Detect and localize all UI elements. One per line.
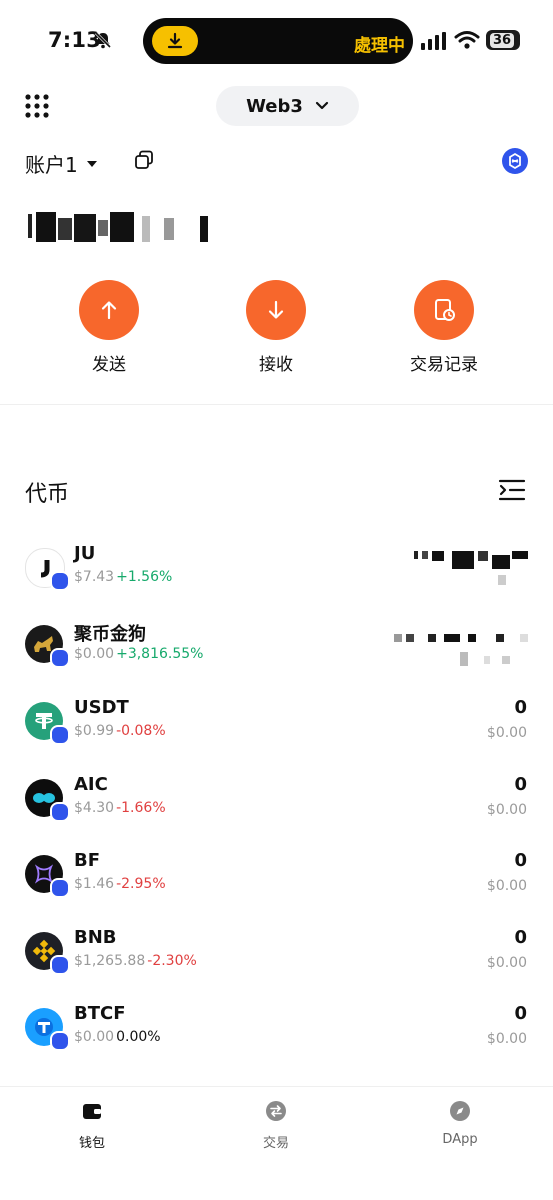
chain-logo-icon[interactable] [502, 148, 528, 174]
token-price-line: $0.00 0.00% [74, 1029, 161, 1045]
token-row[interactable]: AIC $4.30 -1.66% 0 $0.00 [0, 768, 553, 838]
token-row[interactable]: USDT $0.99 -0.08% 0 $0.00 [0, 691, 553, 761]
arrow-down-icon [268, 300, 284, 319]
token-row[interactable]: BNB $1,265.88 -2.30% 0 $0.00 [0, 921, 553, 991]
token-value: $0.00 [486, 802, 527, 818]
token-row[interactable]: BF $1.46 -2.95% 0 $0.00 [0, 844, 553, 914]
account-selector[interactable]: 账户1 [25, 149, 98, 178]
token-price: $7.43 [74, 569, 115, 585]
receive-button[interactable] [246, 280, 306, 340]
token-value: $0.00 [486, 878, 527, 894]
token-amount: 0 [514, 697, 527, 718]
chain-badge-icon [50, 648, 70, 668]
nav-dapp[interactable]: DApp [400, 1100, 520, 1147]
token-price-line: $1.46 -2.95% [74, 876, 166, 892]
nav-dapp-label: DApp [442, 1132, 478, 1147]
token-value: $0.00 [486, 725, 527, 741]
token-amount: 0 [514, 1003, 527, 1024]
history-label: 交易记录 [410, 355, 478, 375]
arrow-up-icon [101, 301, 117, 320]
token-name: AIC [74, 774, 108, 795]
chain-badge-icon [50, 955, 70, 975]
send-action[interactable]: 发送 [49, 280, 169, 375]
processing-label: 處理中 [354, 36, 405, 56]
token-name: BNB [74, 927, 117, 948]
token-amount: 0 [514, 774, 527, 795]
token-row[interactable]: JU $7.43 +1.56% [0, 537, 553, 607]
account-label: 账户1 [25, 153, 78, 177]
amount-masked [414, 551, 528, 585]
token-amount: 0 [514, 850, 527, 871]
chain-badge-icon [50, 878, 70, 898]
chain-badge-icon [50, 802, 70, 822]
token-price-line: $7.43 +1.56% [74, 569, 172, 585]
chain-badge-icon [50, 1031, 70, 1051]
signal-icon [421, 32, 446, 50]
token-change: -0.08% [116, 723, 166, 739]
token-row[interactable]: 聚币金狗 $0.00 +3,816.55% [0, 614, 553, 684]
download-icon [167, 32, 183, 49]
token-row[interactable]: BTCF $0.00 0.00% 0 $0.00 [0, 997, 553, 1067]
token-amount: 0 [514, 927, 527, 948]
amount-masked [394, 634, 528, 666]
token-change: -2.95% [116, 876, 166, 892]
history-icon [435, 299, 455, 321]
history-action[interactable]: 交易记录 [384, 280, 504, 375]
token-price-line: $0.00 +3,816.55% [74, 646, 203, 662]
token-change: +1.56% [116, 569, 173, 585]
nav-trade-label: 交易 [262, 1136, 289, 1151]
token-price: $0.99 [74, 723, 115, 739]
wallet-icon [83, 1104, 101, 1119]
wifi-icon [454, 31, 480, 49]
bottom-nav-divider [0, 1086, 553, 1087]
battery-level: 36 [489, 32, 515, 48]
caret-down-icon [86, 160, 97, 167]
token-price-line: $0.99 -0.08% [74, 723, 166, 739]
token-price: $4.30 [74, 800, 115, 816]
download-indicator[interactable] [152, 26, 198, 56]
token-change: 0.00% [116, 1029, 161, 1045]
bell-muted-icon [94, 31, 112, 49]
network-switcher[interactable]: Web3 [216, 86, 359, 126]
network-label: Web3 [246, 95, 303, 117]
token-value: $0.00 [486, 955, 527, 971]
apps-grid-icon[interactable] [24, 93, 50, 119]
token-name: 聚币金狗 [74, 624, 146, 645]
send-button[interactable] [79, 280, 139, 340]
nav-wallet-label: 钱包 [78, 1136, 105, 1151]
sort-menu-icon[interactable] [498, 478, 526, 502]
copy-icon[interactable] [134, 150, 154, 170]
nav-trade[interactable]: 交易 [216, 1100, 336, 1151]
send-label: 发送 [92, 355, 126, 375]
token-name: BF [74, 850, 101, 871]
token-name: JU [74, 543, 96, 564]
receive-label: 接收 [259, 355, 293, 375]
compass-icon [450, 1101, 470, 1121]
nav-wallet[interactable]: 钱包 [32, 1100, 152, 1151]
token-price: $1,265.88 [74, 953, 146, 969]
token-price: $1.46 [74, 876, 115, 892]
battery-indicator: 36 [486, 30, 520, 50]
token-price-line: $1,265.88 -2.30% [74, 953, 197, 969]
token-change: -2.30% [147, 953, 197, 969]
token-price: $0.00 [74, 646, 115, 662]
chain-badge-icon [50, 571, 70, 591]
token-change: -1.66% [116, 800, 166, 816]
token-name: USDT [74, 697, 129, 718]
tokens-title: 代币 [25, 482, 70, 507]
swap-icon [266, 1101, 286, 1121]
token-price: $0.00 [74, 1029, 115, 1045]
token-change: +3,816.55% [116, 646, 204, 662]
section-divider [0, 404, 553, 405]
chain-badge-icon [50, 725, 70, 745]
chevron-down-icon [315, 101, 329, 110]
receive-action[interactable]: 接收 [216, 280, 336, 375]
token-value: $0.00 [486, 1031, 527, 1047]
history-button[interactable] [414, 280, 474, 340]
balance-masked [28, 212, 208, 242]
token-price-line: $4.30 -1.66% [74, 800, 166, 816]
token-name: BTCF [74, 1003, 126, 1024]
